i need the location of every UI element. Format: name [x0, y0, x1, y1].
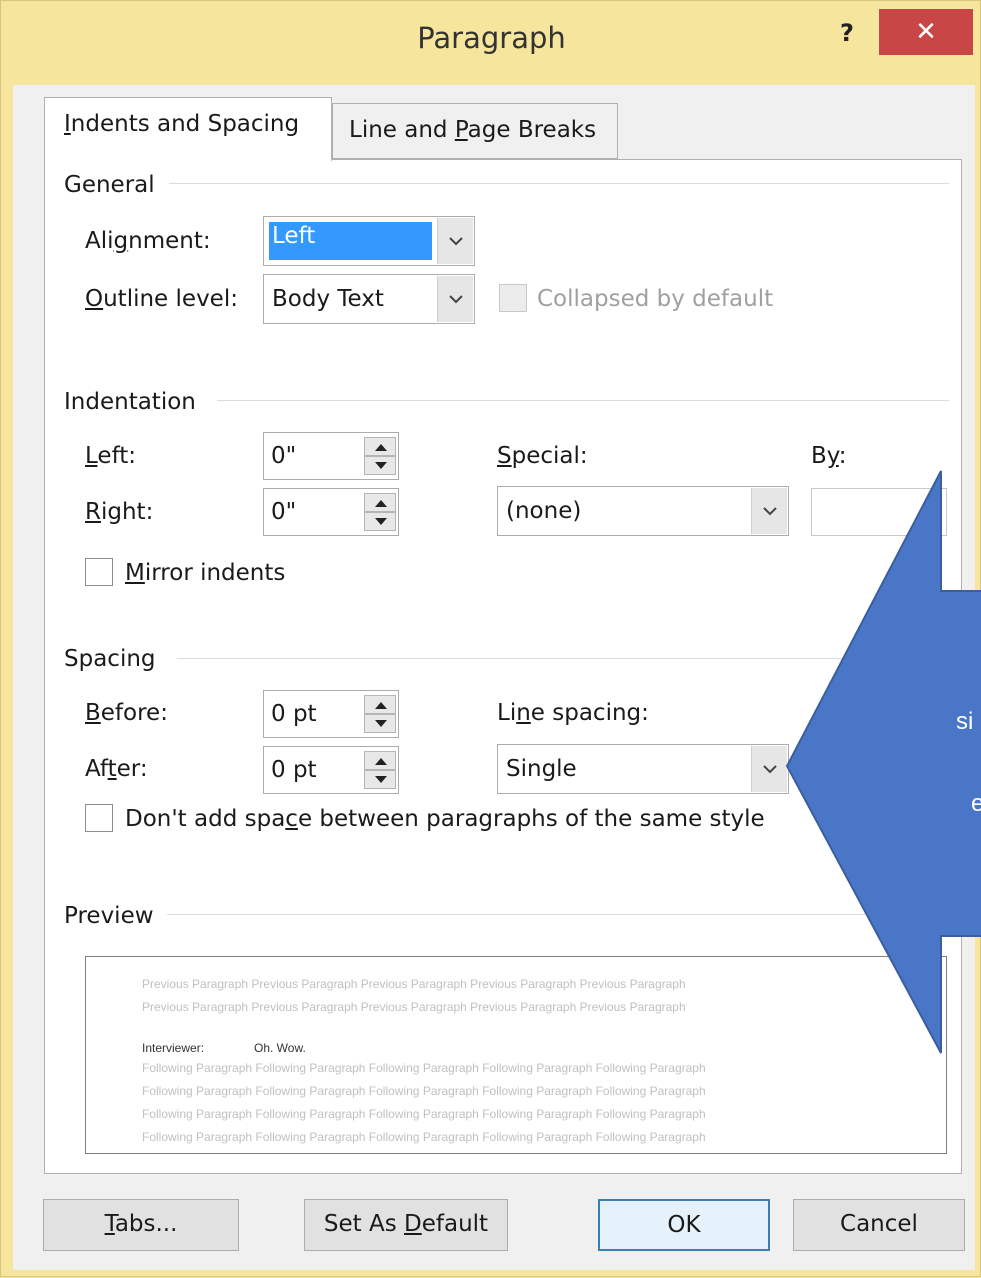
dialog-window: Paragraph ? ✕ Indents and Spacing Line a…: [0, 0, 981, 1277]
callout-arrow-shape: [785, 470, 981, 1054]
tab-indents-and-spacing[interactable]: Indents and Spacing: [44, 97, 332, 161]
callout-text-line1: si: [956, 708, 974, 735]
callout-text-line2: e: [971, 790, 981, 817]
